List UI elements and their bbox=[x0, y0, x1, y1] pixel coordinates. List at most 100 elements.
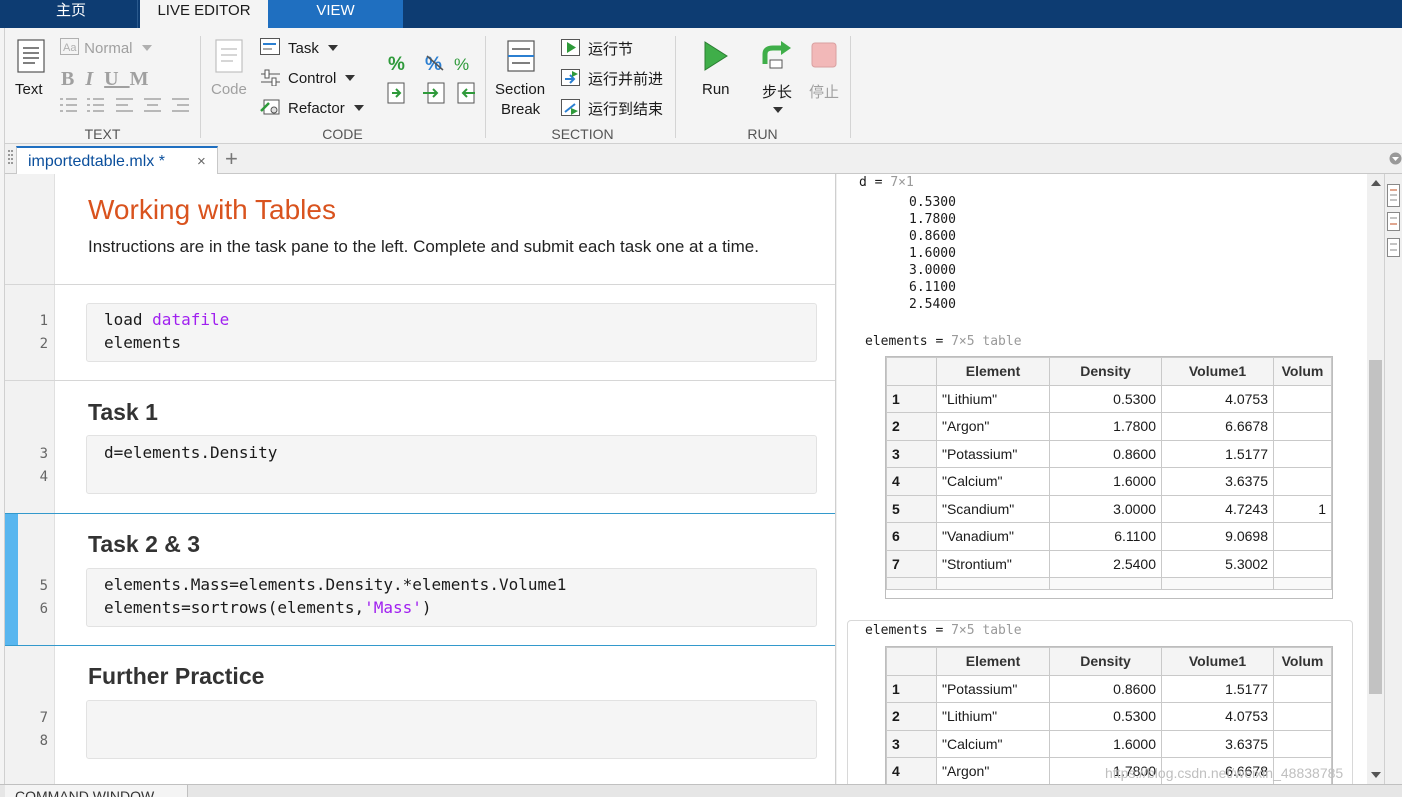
run-section-icon bbox=[561, 39, 580, 56]
code-line: elements=sortrows(elements,'Mass') bbox=[104, 598, 432, 617]
tab-home[interactable]: 主页 bbox=[5, 0, 138, 28]
section-heading: Further Practice bbox=[88, 663, 265, 689]
table-row[interactable]: 3 "Calcium" 1.6000 3.6375 bbox=[886, 729, 1332, 758]
refactor-icon bbox=[260, 99, 280, 115]
tab-live-editor[interactable]: LIVE EDITOR bbox=[140, 0, 268, 28]
table-row[interactable]: 1 "Lithium" 0.5300 4.0753 bbox=[886, 384, 1332, 413]
column-header[interactable]: Density bbox=[1049, 357, 1162, 386]
table-cell bbox=[1273, 702, 1332, 731]
run-and-advance-button[interactable]: 运行并前进 bbox=[561, 68, 663, 89]
chevron-down-circle-icon[interactable] bbox=[1389, 152, 1402, 165]
table-cell: 4.7243 bbox=[1161, 494, 1274, 523]
table-cell bbox=[1273, 674, 1332, 703]
table-cell: 0.8600 bbox=[1049, 439, 1162, 468]
table-row[interactable]: 2 "Lithium" 0.5300 4.0753 bbox=[886, 702, 1332, 731]
run-label: Run bbox=[702, 81, 730, 98]
column-header[interactable]: Volume1 bbox=[1161, 647, 1274, 676]
d-value: 3.0000 bbox=[909, 263, 956, 278]
stop-icon bbox=[811, 42, 837, 68]
bottom-panel-bar bbox=[0, 784, 1402, 797]
close-icon[interactable]: × bbox=[197, 153, 206, 170]
code-group-label: CODE bbox=[322, 126, 363, 142]
instructions-text: Instructions are in the task pane to the… bbox=[88, 237, 759, 256]
column-header[interactable]: Density bbox=[1049, 647, 1162, 676]
command-window-tab[interactable]: COMMAND WINDOW bbox=[5, 785, 188, 797]
document-title: Working with Tables bbox=[88, 194, 336, 225]
vertical-scrollbar[interactable] bbox=[1367, 174, 1384, 784]
table-cell: 6.6678 bbox=[1161, 412, 1274, 441]
row-index: 2 bbox=[886, 412, 937, 441]
line-number: 8 bbox=[39, 733, 48, 749]
d-value: 0.5300 bbox=[909, 195, 956, 210]
table-cell: 1.7800 bbox=[1049, 412, 1162, 441]
run-to-end-button[interactable]: 运行到结束 bbox=[561, 98, 663, 119]
run-and-advance-icon bbox=[561, 69, 580, 86]
table-cell: "Vanadium" bbox=[936, 522, 1050, 551]
section-divider-active bbox=[5, 513, 835, 514]
monospace-button[interactable]: M bbox=[130, 68, 160, 90]
line-number: 1 bbox=[39, 313, 48, 329]
table-row[interactable]: 5 "Scandium" 3.0000 4.7243 1 bbox=[886, 494, 1332, 523]
column-header[interactable]: Element bbox=[936, 647, 1050, 676]
run-section-button[interactable]: 运行节 bbox=[561, 38, 633, 59]
column-header[interactable]: Volume1 bbox=[1161, 357, 1274, 386]
table-cell: 6.1100 bbox=[1049, 522, 1162, 551]
table-footer-cell bbox=[1161, 577, 1274, 590]
variable-name: elements = bbox=[865, 623, 952, 638]
variable-size: 7×5 table bbox=[951, 334, 1022, 349]
group-separator bbox=[200, 36, 201, 138]
refactor-dropdown[interactable]: Refactor bbox=[260, 98, 364, 117]
code-block[interactable]: d=elements.Density bbox=[86, 435, 817, 494]
code-line: load datafile bbox=[104, 310, 229, 329]
code-text: load bbox=[104, 310, 153, 329]
scrollbar-thumb[interactable] bbox=[1369, 360, 1382, 694]
table-row[interactable]: 3 "Potassium" 0.8600 1.5177 bbox=[886, 439, 1332, 468]
column-header[interactable]: Element bbox=[936, 357, 1050, 386]
run-play-icon bbox=[704, 41, 728, 71]
code-block[interactable]: elements.Mass=elements.Density.*elements… bbox=[86, 568, 817, 627]
table-row[interactable]: 4 "Calcium" 1.6000 3.6375 bbox=[886, 467, 1332, 496]
table-row[interactable]: 1 "Potassium" 0.8600 1.5177 bbox=[886, 674, 1332, 703]
output-mode-icons[interactable] bbox=[1387, 184, 1400, 264]
row-index: 1 bbox=[886, 384, 937, 413]
table1-container[interactable]: Element Density Volume1 Volum 1 "Lithium" 0.53… bbox=[885, 356, 1333, 599]
code-block[interactable]: load datafile elements bbox=[86, 303, 817, 362]
add-tab-button[interactable]: + bbox=[225, 146, 238, 172]
stop-label: 停止 bbox=[809, 84, 840, 101]
underline-button[interactable]: U bbox=[104, 68, 129, 90]
control-dropdown[interactable]: Control bbox=[260, 68, 356, 87]
bold-button[interactable]: B bbox=[61, 68, 85, 90]
live-script-editor[interactable]: Working with Tables Instructions are in … bbox=[5, 174, 836, 784]
table-row[interactable]: 2 "Argon" 1.7800 6.6678 bbox=[886, 412, 1332, 441]
task-dropdown[interactable]: Task bbox=[260, 38, 338, 57]
italic-button[interactable]: I bbox=[85, 68, 104, 90]
grip-icon[interactable] bbox=[8, 150, 13, 168]
document-tab-label: importedtable.mlx * bbox=[28, 153, 165, 170]
column-header[interactable]: Volum bbox=[1273, 357, 1332, 386]
document-tab[interactable]: importedtable.mlx * × bbox=[16, 146, 218, 174]
comment-indent-icons[interactable]: % % % bbox=[385, 50, 480, 110]
list-align-icons[interactable] bbox=[60, 96, 195, 116]
table-footer-cell bbox=[886, 577, 937, 590]
style-dropdown[interactable]: Aa Normal bbox=[60, 38, 152, 57]
table-cell: 1.6000 bbox=[1049, 729, 1162, 758]
table-row[interactable]: 7 "Strontium" 2.5400 5.3002 bbox=[886, 549, 1332, 578]
table-row[interactable]: 6 "Vanadium" 6.1100 9.0698 bbox=[886, 522, 1332, 551]
column-header[interactable]: Volum bbox=[1273, 647, 1332, 676]
run-group-label: RUN bbox=[747, 126, 778, 142]
line-number: 6 bbox=[39, 601, 48, 617]
scroll-up-arrow-icon[interactable] bbox=[1371, 180, 1381, 186]
code-line: elements bbox=[104, 333, 182, 352]
code-button-label: Code bbox=[211, 81, 247, 98]
table-cell bbox=[1273, 467, 1332, 496]
code-line: elements.Mass=elements.Density.*elements… bbox=[104, 575, 567, 594]
table2-container[interactable]: Element Density Volume1 Volum 1 "Potassium" 0.… bbox=[885, 646, 1333, 784]
d-value: 2.5400 bbox=[909, 297, 956, 312]
chevron-down-icon bbox=[327, 45, 338, 51]
code-string: 'Mass' bbox=[364, 598, 422, 617]
tab-view[interactable]: VIEW bbox=[268, 0, 403, 28]
row-index: 3 bbox=[886, 439, 937, 468]
svg-text:%: % bbox=[454, 55, 469, 74]
code-block[interactable] bbox=[86, 700, 817, 759]
scroll-down-arrow-icon[interactable] bbox=[1371, 772, 1381, 778]
